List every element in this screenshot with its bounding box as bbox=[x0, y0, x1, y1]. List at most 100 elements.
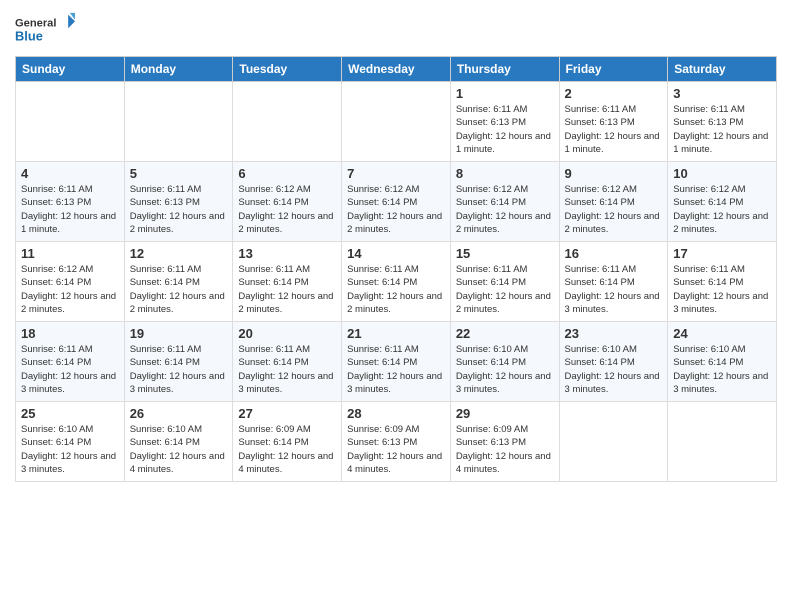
calendar-cell: 3 Sunrise: 6:11 AM Sunset: 6:13 PM Daylig… bbox=[668, 82, 777, 162]
day-number: 6 bbox=[238, 166, 336, 181]
calendar-cell: 24Sunrise: 6:10 AM Sunset: 6:14 PM Dayli… bbox=[668, 322, 777, 402]
day-info: Sunrise: 6:11 AM Sunset: 6:14 PM Dayligh… bbox=[21, 343, 119, 396]
day-info: Sunrise: 6:12 AM Sunset: 6:14 PM Dayligh… bbox=[347, 183, 445, 236]
col-header-tuesday: Tuesday bbox=[233, 57, 342, 82]
calendar-cell: 15 Sunrise: 6:11 AM Sunset: 6:14 PM Dayli… bbox=[450, 242, 559, 322]
day-info: Sunrise: 6:11 AM Sunset: 6:14 PM Dayligh… bbox=[130, 263, 228, 316]
day-number: 2 bbox=[565, 86, 663, 101]
calendar-cell: 11 Sunrise: 6:12 AM Sunset: 6:14 PM Dayli… bbox=[16, 242, 125, 322]
header-row: SundayMondayTuesdayWednesdayThursdayFrid… bbox=[16, 57, 777, 82]
day-number: 1 bbox=[456, 86, 554, 101]
calendar-cell: 12 Sunrise: 6:11 AM Sunset: 6:14 PM Dayli… bbox=[124, 242, 233, 322]
day-info: Sunrise: 6:11 AM Sunset: 6:14 PM Dayligh… bbox=[347, 263, 445, 316]
calendar-cell: 9Sunrise: 6:12 AM Sunset: 6:14 PM Daylig… bbox=[559, 162, 668, 242]
calendar-cell: 14 Sunrise: 6:11 AM Sunset: 6:14 PM Dayli… bbox=[342, 242, 451, 322]
day-number: 10 bbox=[673, 166, 771, 181]
col-header-wednesday: Wednesday bbox=[342, 57, 451, 82]
day-number: 7 bbox=[347, 166, 445, 181]
header: General Blue bbox=[15, 10, 777, 50]
calendar-cell: 20 Sunrise: 6:11 AM Sunset: 6:14 PM Dayli… bbox=[233, 322, 342, 402]
day-info: Sunrise: 6:10 AM Sunset: 6:14 PM Dayligh… bbox=[130, 423, 228, 476]
day-info: Sunrise: 6:11 AM Sunset: 6:14 PM Dayligh… bbox=[565, 263, 663, 316]
calendar-cell bbox=[233, 82, 342, 162]
calendar-cell: 13Sunrise: 6:11 AM Sunset: 6:14 PM Dayli… bbox=[233, 242, 342, 322]
day-number: 12 bbox=[130, 246, 228, 261]
svg-text:Blue: Blue bbox=[15, 28, 43, 43]
day-number: 28 bbox=[347, 406, 445, 421]
calendar-cell bbox=[342, 82, 451, 162]
calendar-cell bbox=[16, 82, 125, 162]
day-number: 5 bbox=[130, 166, 228, 181]
week-row-2: 4 Sunrise: 6:11 AM Sunset: 6:13 PM Daylig… bbox=[16, 162, 777, 242]
calendar-cell: 4 Sunrise: 6:11 AM Sunset: 6:13 PM Daylig… bbox=[16, 162, 125, 242]
day-info: Sunrise: 6:10 AM Sunset: 6:14 PM Dayligh… bbox=[673, 343, 771, 396]
day-info: Sunrise: 6:09 AM Sunset: 6:13 PM Dayligh… bbox=[456, 423, 554, 476]
day-number: 11 bbox=[21, 246, 119, 261]
day-info: Sunrise: 6:11 AM Sunset: 6:13 PM Dayligh… bbox=[130, 183, 228, 236]
day-info: Sunrise: 6:10 AM Sunset: 6:14 PM Dayligh… bbox=[456, 343, 554, 396]
day-number: 22 bbox=[456, 326, 554, 341]
calendar-cell: 21Sunrise: 6:11 AM Sunset: 6:14 PM Dayli… bbox=[342, 322, 451, 402]
calendar-cell bbox=[124, 82, 233, 162]
day-number: 20 bbox=[238, 326, 336, 341]
day-info: Sunrise: 6:12 AM Sunset: 6:14 PM Dayligh… bbox=[673, 183, 771, 236]
calendar-cell bbox=[668, 402, 777, 482]
day-info: Sunrise: 6:09 AM Sunset: 6:14 PM Dayligh… bbox=[238, 423, 336, 476]
calendar-cell: 22 Sunrise: 6:10 AM Sunset: 6:14 PM Dayli… bbox=[450, 322, 559, 402]
week-row-1: 1 Sunrise: 6:11 AM Sunset: 6:13 PM Daylig… bbox=[16, 82, 777, 162]
day-info: Sunrise: 6:11 AM Sunset: 6:13 PM Dayligh… bbox=[673, 103, 771, 156]
calendar-cell: 27 Sunrise: 6:09 AM Sunset: 6:14 PM Dayli… bbox=[233, 402, 342, 482]
day-number: 4 bbox=[21, 166, 119, 181]
day-info: Sunrise: 6:11 AM Sunset: 6:13 PM Dayligh… bbox=[21, 183, 119, 236]
calendar-cell: 5 Sunrise: 6:11 AM Sunset: 6:13 PM Daylig… bbox=[124, 162, 233, 242]
day-number: 3 bbox=[673, 86, 771, 101]
day-number: 27 bbox=[238, 406, 336, 421]
calendar-cell: 17Sunrise: 6:11 AM Sunset: 6:14 PM Dayli… bbox=[668, 242, 777, 322]
day-number: 26 bbox=[130, 406, 228, 421]
logo-svg: General Blue bbox=[15, 10, 75, 50]
calendar-cell: 7 Sunrise: 6:12 AM Sunset: 6:14 PM Daylig… bbox=[342, 162, 451, 242]
calendar-cell: 1 Sunrise: 6:11 AM Sunset: 6:13 PM Daylig… bbox=[450, 82, 559, 162]
day-info: Sunrise: 6:12 AM Sunset: 6:14 PM Dayligh… bbox=[238, 183, 336, 236]
col-header-friday: Friday bbox=[559, 57, 668, 82]
day-info: Sunrise: 6:11 AM Sunset: 6:14 PM Dayligh… bbox=[238, 343, 336, 396]
day-info: Sunrise: 6:12 AM Sunset: 6:14 PM Dayligh… bbox=[565, 183, 663, 236]
day-number: 15 bbox=[456, 246, 554, 261]
calendar-cell bbox=[559, 402, 668, 482]
calendar-cell: 2 Sunrise: 6:11 AM Sunset: 6:13 PM Daylig… bbox=[559, 82, 668, 162]
day-info: Sunrise: 6:11 AM Sunset: 6:13 PM Dayligh… bbox=[456, 103, 554, 156]
day-number: 29 bbox=[456, 406, 554, 421]
week-row-4: 18 Sunrise: 6:11 AM Sunset: 6:14 PM Dayli… bbox=[16, 322, 777, 402]
col-header-sunday: Sunday bbox=[16, 57, 125, 82]
day-number: 18 bbox=[21, 326, 119, 341]
col-header-thursday: Thursday bbox=[450, 57, 559, 82]
calendar-cell: 23 Sunrise: 6:10 AM Sunset: 6:14 PM Dayli… bbox=[559, 322, 668, 402]
col-header-saturday: Saturday bbox=[668, 57, 777, 82]
day-info: Sunrise: 6:11 AM Sunset: 6:13 PM Dayligh… bbox=[565, 103, 663, 156]
day-number: 8 bbox=[456, 166, 554, 181]
day-info: Sunrise: 6:12 AM Sunset: 6:14 PM Dayligh… bbox=[456, 183, 554, 236]
calendar-cell: 10 Sunrise: 6:12 AM Sunset: 6:14 PM Dayli… bbox=[668, 162, 777, 242]
day-number: 19 bbox=[130, 326, 228, 341]
logo: General Blue bbox=[15, 10, 75, 50]
calendar-cell: 26 Sunrise: 6:10 AM Sunset: 6:14 PM Dayli… bbox=[124, 402, 233, 482]
day-number: 14 bbox=[347, 246, 445, 261]
day-info: Sunrise: 6:12 AM Sunset: 6:14 PM Dayligh… bbox=[21, 263, 119, 316]
calendar-cell: 29 Sunrise: 6:09 AM Sunset: 6:13 PM Dayli… bbox=[450, 402, 559, 482]
day-number: 21 bbox=[347, 326, 445, 341]
week-row-5: 25Sunrise: 6:10 AM Sunset: 6:14 PM Dayli… bbox=[16, 402, 777, 482]
calendar-cell: 8 Sunrise: 6:12 AM Sunset: 6:14 PM Daylig… bbox=[450, 162, 559, 242]
day-number: 13 bbox=[238, 246, 336, 261]
day-info: Sunrise: 6:11 AM Sunset: 6:14 PM Dayligh… bbox=[456, 263, 554, 316]
day-number: 16 bbox=[565, 246, 663, 261]
day-info: Sunrise: 6:09 AM Sunset: 6:13 PM Dayligh… bbox=[347, 423, 445, 476]
calendar-cell: 6 Sunrise: 6:12 AM Sunset: 6:14 PM Daylig… bbox=[233, 162, 342, 242]
calendar-cell: 16 Sunrise: 6:11 AM Sunset: 6:14 PM Dayli… bbox=[559, 242, 668, 322]
day-number: 23 bbox=[565, 326, 663, 341]
week-row-3: 11 Sunrise: 6:12 AM Sunset: 6:14 PM Dayli… bbox=[16, 242, 777, 322]
day-info: Sunrise: 6:10 AM Sunset: 6:14 PM Dayligh… bbox=[565, 343, 663, 396]
calendar-cell: 18 Sunrise: 6:11 AM Sunset: 6:14 PM Dayli… bbox=[16, 322, 125, 402]
calendar-cell: 28 Sunrise: 6:09 AM Sunset: 6:13 PM Dayli… bbox=[342, 402, 451, 482]
day-info: Sunrise: 6:11 AM Sunset: 6:14 PM Dayligh… bbox=[673, 263, 771, 316]
calendar-table: SundayMondayTuesdayWednesdayThursdayFrid… bbox=[15, 56, 777, 482]
